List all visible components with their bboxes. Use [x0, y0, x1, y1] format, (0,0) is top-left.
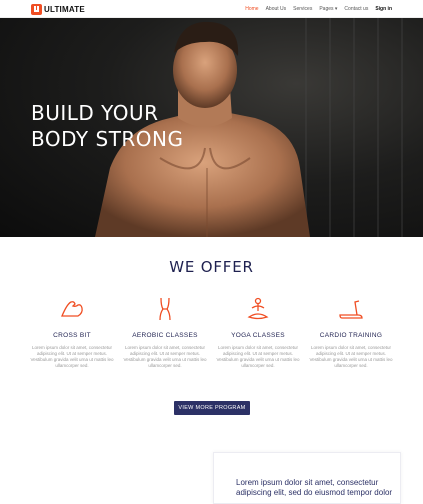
nav-menu: Home About Us Services Pages ▾ Contact u…: [238, 0, 392, 18]
yoga-pose-icon: [247, 297, 269, 320]
feature-desc: Lorem ipsum dolor sit amet, consectetur …: [30, 345, 114, 368]
brand-logo[interactable]: ULTIMATE: [31, 3, 85, 15]
hero-title: BUILD YOUR BODY STRONG: [31, 100, 211, 152]
hero-title-line2: BODY STRONG: [31, 127, 184, 151]
nav-item-about[interactable]: About Us: [266, 6, 287, 12]
hero-title-line1: BUILD YOUR: [31, 101, 159, 125]
feature-desc: Lorem ipsum dolor sit amet, consectetur …: [123, 345, 207, 368]
nav-item-contact[interactable]: Contact us: [344, 6, 368, 12]
logo-mark-icon: [31, 3, 42, 15]
nav-item-services[interactable]: Services: [293, 6, 312, 12]
feature-name: AEROBIC CLASSES: [132, 332, 198, 339]
feature-name: YOGA CLASSES: [231, 332, 285, 339]
body-figure-icon: [159, 297, 171, 321]
top-navbar: ULTIMATE Home About Us Services Pages ▾ …: [0, 0, 423, 18]
testimonial-card: Lorem ipsum dolor sit amet, consectetur …: [213, 452, 401, 504]
offer-heading: WE OFFER: [169, 258, 254, 276]
view-more-program-button[interactable]: VIEW MORE PROGRAM: [174, 401, 250, 415]
feature-card: YOGA CLASSES Lorem ipsum dolor sit amet,…: [212, 296, 304, 369]
brand-name: ULTIMATE: [44, 4, 85, 14]
feature-desc: Lorem ipsum dolor sit amet, consectetur …: [309, 345, 393, 368]
treadmill-icon: [339, 300, 363, 319]
feature-card: CARDIO TRAINING Lorem ipsum dolor sit am…: [305, 296, 397, 369]
feature-card: AEROBIC CLASSES Lorem ipsum dolor sit am…: [119, 296, 211, 369]
nav-item-pages[interactable]: Pages ▾: [319, 6, 337, 12]
nav-item-home[interactable]: Home: [245, 6, 258, 12]
feature-card: CROSS BIT Lorem ipsum dolor sit amet, co…: [26, 296, 118, 369]
muscle-arm-icon: [61, 301, 83, 317]
hero-banner: BUILD YOUR BODY STRONG: [0, 18, 423, 237]
feature-name: CARDIO TRAINING: [319, 332, 383, 339]
card-text: Lorem ipsum dolor sit amet, consectetur …: [236, 478, 393, 497]
signin-link[interactable]: Sign in: [375, 6, 392, 12]
feature-name: CROSS BIT: [53, 332, 91, 339]
feature-desc: Lorem ipsum dolor sit amet, consectetur …: [216, 345, 300, 368]
